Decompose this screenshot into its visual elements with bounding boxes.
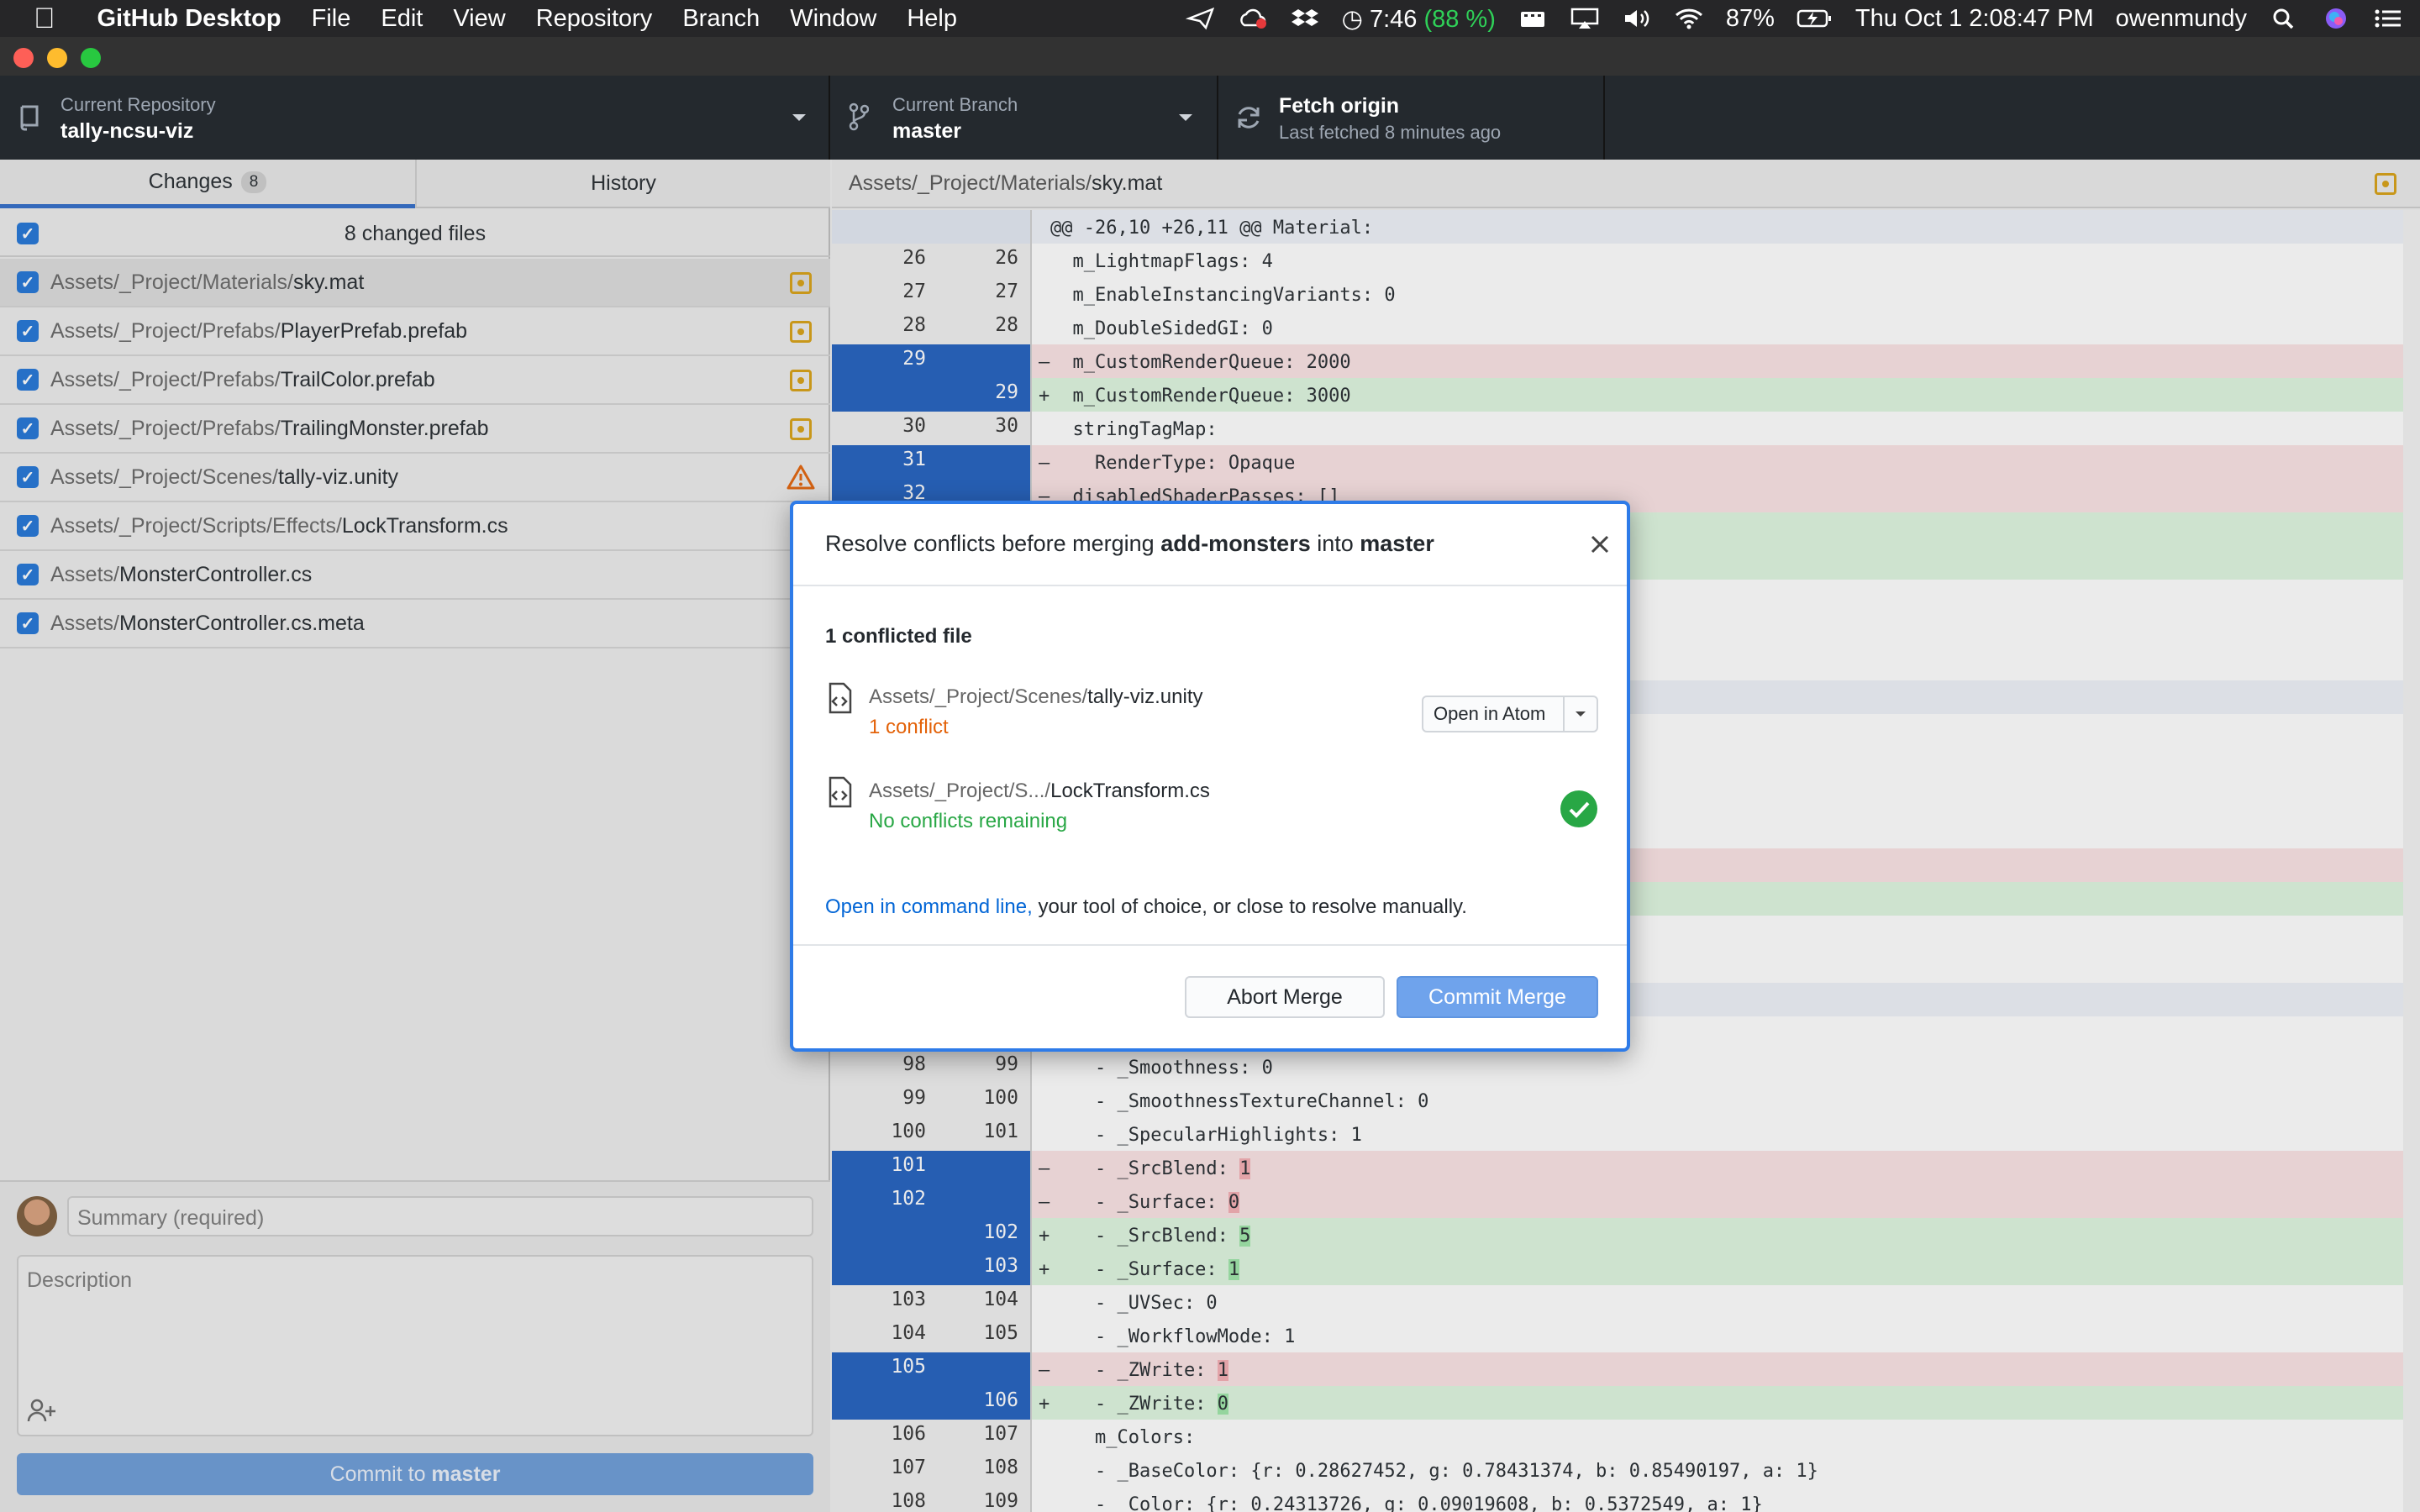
branch-icon bbox=[849, 102, 869, 131]
resolved-file-path: Assets/_Project/S.../LockTransform.cs bbox=[869, 780, 1210, 803]
fetch-origin-button[interactable]: Fetch origin Last fetched 8 minutes ago bbox=[1220, 76, 1605, 160]
spotlight-search-icon[interactable] bbox=[2269, 7, 2299, 30]
airplay-icon[interactable] bbox=[1570, 7, 1600, 30]
file-code-icon bbox=[829, 776, 852, 808]
menu-repository[interactable]: Repository bbox=[536, 5, 653, 33]
siri-icon[interactable] bbox=[2321, 7, 2351, 30]
open-command-line-link[interactable]: Open in command line, bbox=[825, 895, 1033, 918]
clapper-icon[interactable] bbox=[1518, 7, 1548, 30]
menu-view[interactable]: View bbox=[453, 5, 505, 33]
macos-menubar:  GitHub Desktop File Edit View Reposito… bbox=[0, 0, 2420, 37]
chevron-down-icon bbox=[1179, 114, 1192, 121]
resolved-file-dir: Assets/_Project/S.../ bbox=[869, 780, 1051, 802]
resolve-instructions-text: your tool of choice, or close to resolve… bbox=[1032, 895, 1467, 918]
app-menu[interactable]: GitHub Desktop bbox=[97, 5, 281, 33]
repo-name: tally-ncsu-viz bbox=[60, 119, 194, 143]
apple-menu-icon[interactable]:  bbox=[34, 3, 55, 35]
conflicted-file-path: Assets/_Project/Scenes/tally-viz.unity bbox=[869, 685, 1203, 709]
branch-label: Current Branch bbox=[892, 94, 1018, 115]
minimize-window-button[interactable] bbox=[47, 48, 67, 68]
dialog-title: Resolve conflicts before merging add-mon… bbox=[825, 531, 1434, 557]
dropbox-icon[interactable] bbox=[1290, 7, 1320, 30]
current-repository-button[interactable]: Current Repository tally-ncsu-viz bbox=[0, 76, 830, 160]
tracker-battery: (88 %) bbox=[1423, 5, 1496, 33]
cloud-sync-icon[interactable] bbox=[1238, 7, 1268, 30]
dialog-source-branch: add-monsters bbox=[1160, 531, 1311, 556]
time-tracker-widget[interactable]: ◷ 7:46 (88 %) bbox=[1342, 4, 1496, 34]
dialog-divider bbox=[793, 585, 1627, 586]
conflict-count-status: 1 conflict bbox=[869, 716, 949, 738]
resolve-instructions: Open in command line, your tool of choic… bbox=[825, 895, 1467, 919]
file-code-icon bbox=[829, 682, 852, 714]
menu-help[interactable]: Help bbox=[907, 5, 957, 33]
repo-label: Current Repository bbox=[60, 94, 216, 115]
volume-icon[interactable] bbox=[1622, 7, 1652, 30]
send-icon[interactable] bbox=[1185, 7, 1216, 30]
notification-center-icon[interactable] bbox=[2373, 7, 2403, 30]
open-in-atom-label: Open in Atom bbox=[1434, 703, 1546, 724]
chevron-down-icon bbox=[792, 114, 806, 121]
resolved-file-name: LockTransform.cs bbox=[1050, 780, 1210, 802]
window-titlebar bbox=[0, 37, 2420, 76]
close-icon[interactable] bbox=[1590, 534, 1610, 554]
conflicted-files-count: 1 conflicted file bbox=[825, 625, 972, 648]
battery-percent: 87% bbox=[1725, 4, 1775, 32]
fetch-subtitle: Last fetched 8 minutes ago bbox=[1279, 122, 1502, 143]
wifi-icon[interactable] bbox=[1674, 7, 1704, 30]
tracker-time: 7:46 bbox=[1369, 5, 1418, 33]
conflict-file-name: tally-viz.unity bbox=[1087, 685, 1203, 708]
user-menu[interactable]: owenmundy bbox=[2116, 5, 2247, 33]
check-circle-icon bbox=[1560, 790, 1597, 827]
abort-merge-button[interactable]: Abort Merge bbox=[1185, 976, 1385, 1018]
dialog-target-branch: master bbox=[1360, 531, 1434, 556]
menu-edit[interactable]: Edit bbox=[381, 5, 423, 33]
resolved-status: No conflicts remaining bbox=[869, 810, 1068, 832]
dialog-title-middle: into bbox=[1310, 531, 1360, 556]
open-in-dropdown[interactable] bbox=[1563, 697, 1586, 731]
merge-conflicts-dialog: Resolve conflicts before merging add-mon… bbox=[790, 501, 1630, 1052]
branch-name: master bbox=[892, 119, 961, 143]
close-window-button[interactable] bbox=[13, 48, 34, 68]
open-in-atom-button[interactable]: Open in Atom bbox=[1422, 696, 1598, 732]
conflict-file-dir: Assets/_Project/Scenes/ bbox=[869, 685, 1088, 708]
repo-icon bbox=[20, 105, 39, 131]
current-branch-button[interactable]: Current Branch master bbox=[832, 76, 1218, 160]
menu-window[interactable]: Window bbox=[790, 5, 876, 33]
menu-file[interactable]: File bbox=[312, 5, 351, 33]
clock-datetime[interactable]: Thu Oct 1 2:08:47 PM bbox=[1855, 5, 2094, 33]
dialog-title-prefix: Resolve conflicts before merging bbox=[825, 531, 1161, 556]
commit-merge-button[interactable]: Commit Merge bbox=[1397, 976, 1598, 1018]
sync-icon bbox=[1238, 107, 1260, 129]
battery-charging-icon[interactable] bbox=[1797, 7, 1833, 30]
dialog-divider bbox=[793, 944, 1627, 946]
menu-branch[interactable]: Branch bbox=[682, 5, 760, 33]
zoom-window-button[interactable] bbox=[81, 48, 101, 68]
chevron-down-icon bbox=[1576, 711, 1586, 717]
fetch-title: Fetch origin bbox=[1279, 94, 1400, 118]
